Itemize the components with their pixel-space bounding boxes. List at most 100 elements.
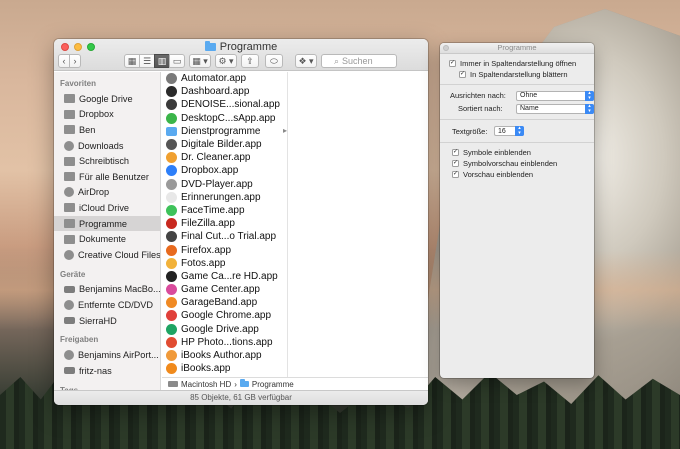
- list-item[interactable]: FileZilla.app: [162, 217, 287, 230]
- view-mode-buttons: ▦ ☰ ▥ ▭: [124, 54, 185, 68]
- file-name: Game Center.app: [181, 284, 260, 296]
- show-icons-checkbox[interactable]: ✓: [452, 149, 459, 156]
- always-open-checkbox[interactable]: ✓: [449, 60, 456, 67]
- search-icon: ⌕: [334, 55, 340, 66]
- list-item[interactable]: GarageBand.app: [162, 296, 287, 309]
- sidebar-item-label: iCloud Drive: [79, 202, 130, 213]
- sidebar-item-label: SierraHD: [79, 315, 117, 326]
- show-preview-option[interactable]: ✓ Vorschau einblenden: [452, 169, 594, 180]
- browse-checkbox[interactable]: ✓: [459, 71, 466, 78]
- panel-title: Programme: [497, 43, 537, 52]
- sidebar-item[interactable]: iCloud Drive: [54, 200, 160, 216]
- empty-column: [289, 72, 428, 377]
- list-item[interactable]: Dr. Cleaner.app: [162, 151, 287, 164]
- app-icon: [166, 204, 177, 216]
- tag-button[interactable]: ⬭: [265, 54, 283, 68]
- sidebar-item[interactable]: Dokumente: [54, 231, 160, 247]
- show-preview-icon-option[interactable]: ✓ Symbolvorschau einblenden: [452, 158, 594, 169]
- app-icon: [166, 350, 177, 362]
- panel-close-button[interactable]: [443, 45, 449, 51]
- app-icon: [166, 231, 177, 243]
- server-icon: [64, 367, 75, 375]
- file-name: iBooks.app: [181, 363, 231, 375]
- file-name: Dienstprogramme: [181, 125, 261, 137]
- divider: [440, 142, 594, 143]
- sidebar-item[interactable]: Programme: [54, 215, 160, 232]
- show-icons-option[interactable]: ✓ Symbole einblenden: [452, 147, 594, 158]
- list-item[interactable]: iBooks Author.app: [162, 349, 287, 362]
- applications-icon: [64, 219, 75, 229]
- file-name: Firefox.app: [181, 244, 232, 256]
- list-item[interactable]: Dienstprogramme ▸: [162, 125, 287, 138]
- path-folder[interactable]: Programme: [252, 380, 294, 389]
- list-item[interactable]: HP Photo...tions.app: [162, 336, 287, 349]
- path-disk[interactable]: Macintosh HD: [181, 380, 231, 389]
- sidebar-item[interactable]: Google Drive: [54, 91, 160, 107]
- hard-disk-icon: [168, 381, 178, 387]
- dropbox-button[interactable]: ❖ ▾: [295, 54, 317, 68]
- app-icon: [166, 270, 177, 282]
- list-item[interactable]: Final Cut...o Trial.app: [162, 230, 287, 243]
- sidebar-item[interactable]: fritz-nas: [54, 363, 160, 379]
- sidebar-item[interactable]: Schreibtisch: [54, 153, 160, 169]
- icon-view-button[interactable]: ▦: [124, 54, 140, 68]
- column-view-button[interactable]: ▥: [154, 54, 170, 68]
- list-item[interactable]: DesktopC...sApp.app: [162, 112, 287, 125]
- path-bar: Macintosh HD › Programme: [162, 377, 428, 390]
- list-item[interactable]: Digitale Bilder.app: [162, 138, 287, 151]
- browse-option[interactable]: ✓ In Spaltendarstellung blättern: [449, 69, 594, 80]
- updown-arrows-icon: ▴ ▾: [515, 126, 524, 136]
- list-item[interactable]: Fotos.app: [162, 257, 287, 270]
- sidebar-item-label: Downloads: [78, 140, 124, 151]
- list-item[interactable]: FaceTime.app: [162, 204, 287, 217]
- arrange-button[interactable]: ▦ ▾: [189, 54, 211, 68]
- app-icon: [166, 139, 177, 151]
- textsize-select[interactable]: 16 ▴ ▾: [494, 126, 524, 136]
- share-button[interactable]: ⇪: [241, 54, 259, 68]
- app-icon: [166, 99, 177, 111]
- list-item[interactable]: Erinnerungen.app: [162, 191, 287, 204]
- cover-flow-button[interactable]: ▭: [169, 54, 185, 68]
- show-preview-checkbox[interactable]: ✓: [452, 171, 459, 178]
- sidebar-item[interactable]: Ben: [54, 122, 160, 138]
- sidebar-section-header: Favoriten: [60, 79, 97, 88]
- disk-icon: [64, 317, 75, 325]
- app-icon: [166, 191, 177, 203]
- show-preview-icon-checkbox[interactable]: ✓: [452, 160, 459, 167]
- list-item[interactable]: Dashboard.app: [162, 85, 287, 98]
- sidebar-item-label: Benjamins MacBo...: [79, 284, 161, 295]
- file-name: iBooks Author.app: [181, 350, 262, 362]
- list-item[interactable]: Game Center.app: [162, 283, 287, 296]
- file-name: FaceTime.app: [181, 204, 245, 216]
- search-input[interactable]: ⌕ Suchen: [321, 54, 397, 68]
- sidebar-item[interactable]: Downloads: [54, 138, 160, 154]
- sort-select[interactable]: Name ▴ ▾: [516, 103, 594, 114]
- sidebar-item[interactable]: Benjamins MacBo...: [54, 282, 160, 298]
- sidebar-item[interactable]: Für alle Benutzer: [54, 169, 160, 185]
- list-item[interactable]: Google Drive.app: [162, 323, 287, 336]
- app-icon: [166, 152, 177, 164]
- always-open-option[interactable]: ✓ Immer in Spaltendarstellung öffnen: [449, 58, 594, 69]
- list-item[interactable]: Firefox.app: [162, 243, 287, 256]
- sidebar-item[interactable]: AirDrop: [54, 185, 160, 201]
- sidebar-item-label: Dokumente: [79, 234, 126, 245]
- sidebar-item[interactable]: SierraHD: [54, 313, 160, 329]
- list-item[interactable]: iBooks.app: [162, 362, 287, 375]
- sidebar-item[interactable]: Dropbox: [54, 107, 160, 123]
- list-view-button[interactable]: ☰: [139, 54, 155, 68]
- app-icon: [166, 323, 177, 335]
- arrange-select[interactable]: Ohne ▴ ▾: [516, 90, 594, 101]
- sidebar-item[interactable]: Creative Cloud Files: [54, 247, 160, 263]
- list-item[interactable]: DENOISE...sional.app: [162, 98, 287, 111]
- list-item[interactable]: Dropbox.app: [162, 164, 287, 177]
- sidebar-item[interactable]: Entfernte CD/DVD: [54, 297, 160, 313]
- list-item[interactable]: Game Ca...re HD.app: [162, 270, 287, 283]
- action-button[interactable]: ⚙ ▾: [215, 54, 237, 68]
- forward-button[interactable]: ›: [69, 54, 81, 68]
- list-item[interactable]: Google Chrome.app: [162, 309, 287, 322]
- window-title-text: Programme: [219, 41, 278, 53]
- app-icon: [166, 244, 177, 256]
- list-item[interactable]: DVD-Player.app: [162, 178, 287, 191]
- list-item[interactable]: Automator.app: [162, 72, 287, 85]
- sidebar-item[interactable]: Benjamins AirPort...: [54, 347, 160, 363]
